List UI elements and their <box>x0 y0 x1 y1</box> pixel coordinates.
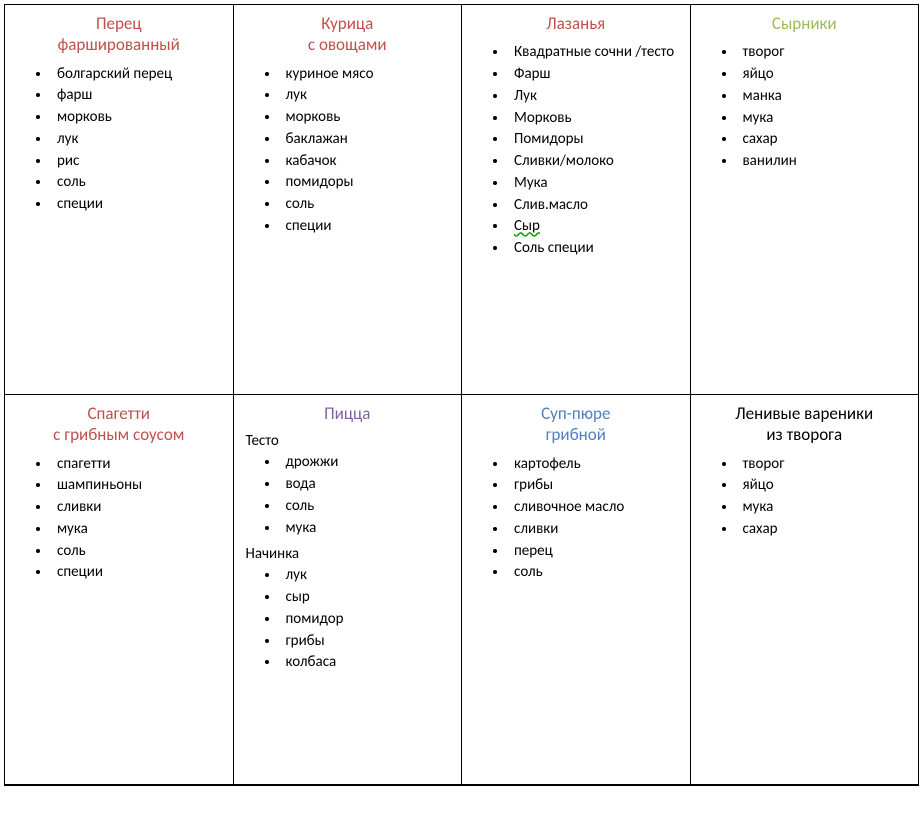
ingredient-item: вода <box>280 474 454 496</box>
ingredient-item: мука <box>737 108 911 130</box>
recipe-cards-page: Перец фаршированныйболгарский перецфаршм… <box>0 0 923 794</box>
recipe-title: Пицца <box>242 403 454 424</box>
ingredient-item: соль <box>51 541 225 563</box>
ingredient-item: грибы <box>508 475 682 497</box>
ingredient-list: картофельгрибысливочное маслосливкиперец… <box>470 454 682 585</box>
ingredient-item: сливки <box>508 519 682 541</box>
ingredient-item: творог <box>737 454 911 476</box>
recipe-title: Ленивые вареники из творога <box>699 403 911 446</box>
ingredient-item: сливочное масло <box>508 497 682 519</box>
ingredient-item: кабачок <box>280 151 454 173</box>
spellcheck-squiggle: Сыр <box>514 217 540 235</box>
recipe-title: Суп-пюре грибной <box>470 403 682 446</box>
ingredient-item: грибы <box>280 631 454 653</box>
recipe-title: Перец фаршированный <box>13 13 225 56</box>
ingredient-item: ванилин <box>737 151 911 173</box>
recipe-card: Лазанья Квадратные сочни /тестоФаршЛукМор… <box>462 5 691 395</box>
recipe-card: Сырники творогяйцоманкамукасахарванилин <box>690 5 919 395</box>
ingredient-item: Соль специи <box>508 238 682 260</box>
recipe-card: Пицца Тесто дрожживодасольмука Начинка луксы… <box>233 395 462 785</box>
ingredient-item: лук <box>280 565 454 587</box>
ingredient-item: Сливки/молоко <box>508 151 682 173</box>
ingredient-list: творогяйцоманкамукасахарванилин <box>699 42 911 173</box>
ingredient-item: Мука <box>508 173 682 195</box>
ingredient-item: соль <box>280 496 454 518</box>
ingredient-item: дрожжи <box>280 452 454 474</box>
section-heading: Начинка <box>246 545 454 563</box>
ingredient-item: Слив.масло <box>508 195 682 217</box>
ingredient-item: мука <box>51 519 225 541</box>
page-bottom-rule <box>4 785 919 786</box>
recipe-card: Курица с овощами куриное мясолукморковьба… <box>233 5 462 395</box>
ingredient-item: Помидоры <box>508 129 682 151</box>
ingredient-item: сахар <box>737 519 911 541</box>
ingredient-item: шампиньоны <box>51 475 225 497</box>
ingredient-item: яйцо <box>737 64 911 86</box>
ingredient-item: сахар <box>737 129 911 151</box>
recipe-title: Курица с овощами <box>242 13 454 56</box>
ingredient-item: Сыр <box>508 216 682 238</box>
ingredient-list: луксырпомидоргрибыколбаса <box>242 565 454 674</box>
ingredient-item: сливки <box>51 497 225 519</box>
ingredient-item: баклажан <box>280 129 454 151</box>
table-row: Перец фаршированныйболгарский перецфаршм… <box>5 5 919 395</box>
recipe-card: Спагетти с грибным соусом спагеттишампинь… <box>5 395 234 785</box>
ingredient-item: колбаса <box>280 652 454 674</box>
section-heading: Тесто <box>246 432 454 450</box>
ingredient-item: яйцо <box>737 475 911 497</box>
ingredient-item: морковь <box>51 107 225 129</box>
ingredient-item: картофель <box>508 454 682 476</box>
ingredient-item: помидор <box>280 609 454 631</box>
ingredient-item: творог <box>737 42 911 64</box>
recipe-title: Сырники <box>699 13 911 34</box>
ingredient-item: морковь <box>280 107 454 129</box>
ingredient-item: куриное мясо <box>280 64 454 86</box>
ingredient-list: дрожживодасольмука <box>242 452 454 539</box>
recipe-card: Суп-пюре грибной картофельгрибысливочное … <box>462 395 691 785</box>
ingredient-item: болгарский перец <box>51 64 225 86</box>
ingredient-item: мука <box>737 497 911 519</box>
recipe-card: Перец фаршированный болгарский перецфаршм… <box>5 5 234 395</box>
recipe-title: Лазанья <box>470 13 682 34</box>
ingredient-item: специи <box>51 562 225 584</box>
ingredient-item: Морковь <box>508 108 682 130</box>
ingredient-item: спагетти <box>51 454 225 476</box>
ingredient-item: соль <box>508 562 682 584</box>
ingredient-item: соль <box>51 172 225 194</box>
ingredient-item: специи <box>280 216 454 238</box>
ingredient-list: Квадратные сочни /тестоФаршЛукМорковьПом… <box>470 42 682 260</box>
ingredient-item: помидоры <box>280 172 454 194</box>
ingredient-item: фарш <box>51 85 225 107</box>
recipe-table: Перец фаршированныйболгарский перецфаршм… <box>4 4 919 785</box>
ingredient-list: творогяйцомукасахар <box>699 454 911 541</box>
ingredient-list: спагеттишампиньонысливкимукасольспеции <box>13 454 225 585</box>
recipe-card: Ленивые вареники из творога творогяйцомук… <box>690 395 919 785</box>
recipe-title: Спагетти с грибным соусом <box>13 403 225 446</box>
ingredient-item: Лук <box>508 86 682 108</box>
table-row: Спагетти с грибным соусом спагеттишампинь… <box>5 395 919 785</box>
ingredient-item: лук <box>51 129 225 151</box>
ingredient-item: Квадратные сочни /тесто <box>508 42 682 64</box>
ingredient-item: соль <box>280 194 454 216</box>
ingredient-item: мука <box>280 518 454 540</box>
ingredient-item: сыр <box>280 587 454 609</box>
ingredient-item: перец <box>508 541 682 563</box>
ingredient-list: куриное мясолукморковьбаклажанкабачокпом… <box>242 64 454 238</box>
ingredient-item: специи <box>51 194 225 216</box>
ingredient-list: болгарский перецфаршморковьлукриссольспе… <box>13 64 225 216</box>
ingredient-item: лук <box>280 85 454 107</box>
ingredient-item: манка <box>737 86 911 108</box>
ingredient-item: рис <box>51 151 225 173</box>
ingredient-item: Фарш <box>508 64 682 86</box>
